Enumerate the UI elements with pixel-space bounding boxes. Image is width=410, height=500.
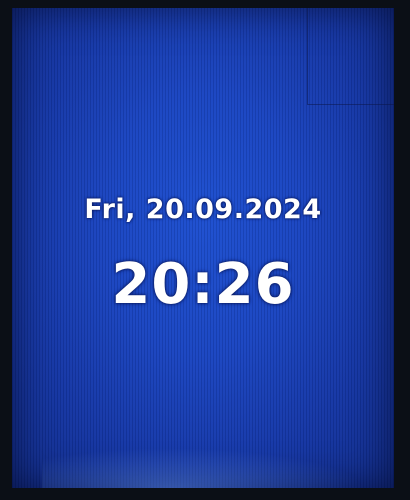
device-frame: Fri, 20.09.2024 20:26 xyxy=(0,0,410,500)
screen-corner-outline xyxy=(307,8,394,105)
time-label: 20:26 xyxy=(111,252,295,317)
screen-glare xyxy=(42,448,364,488)
display-screen: Fri, 20.09.2024 20:26 xyxy=(12,8,394,488)
date-label: Fri, 20.09.2024 xyxy=(84,194,322,225)
